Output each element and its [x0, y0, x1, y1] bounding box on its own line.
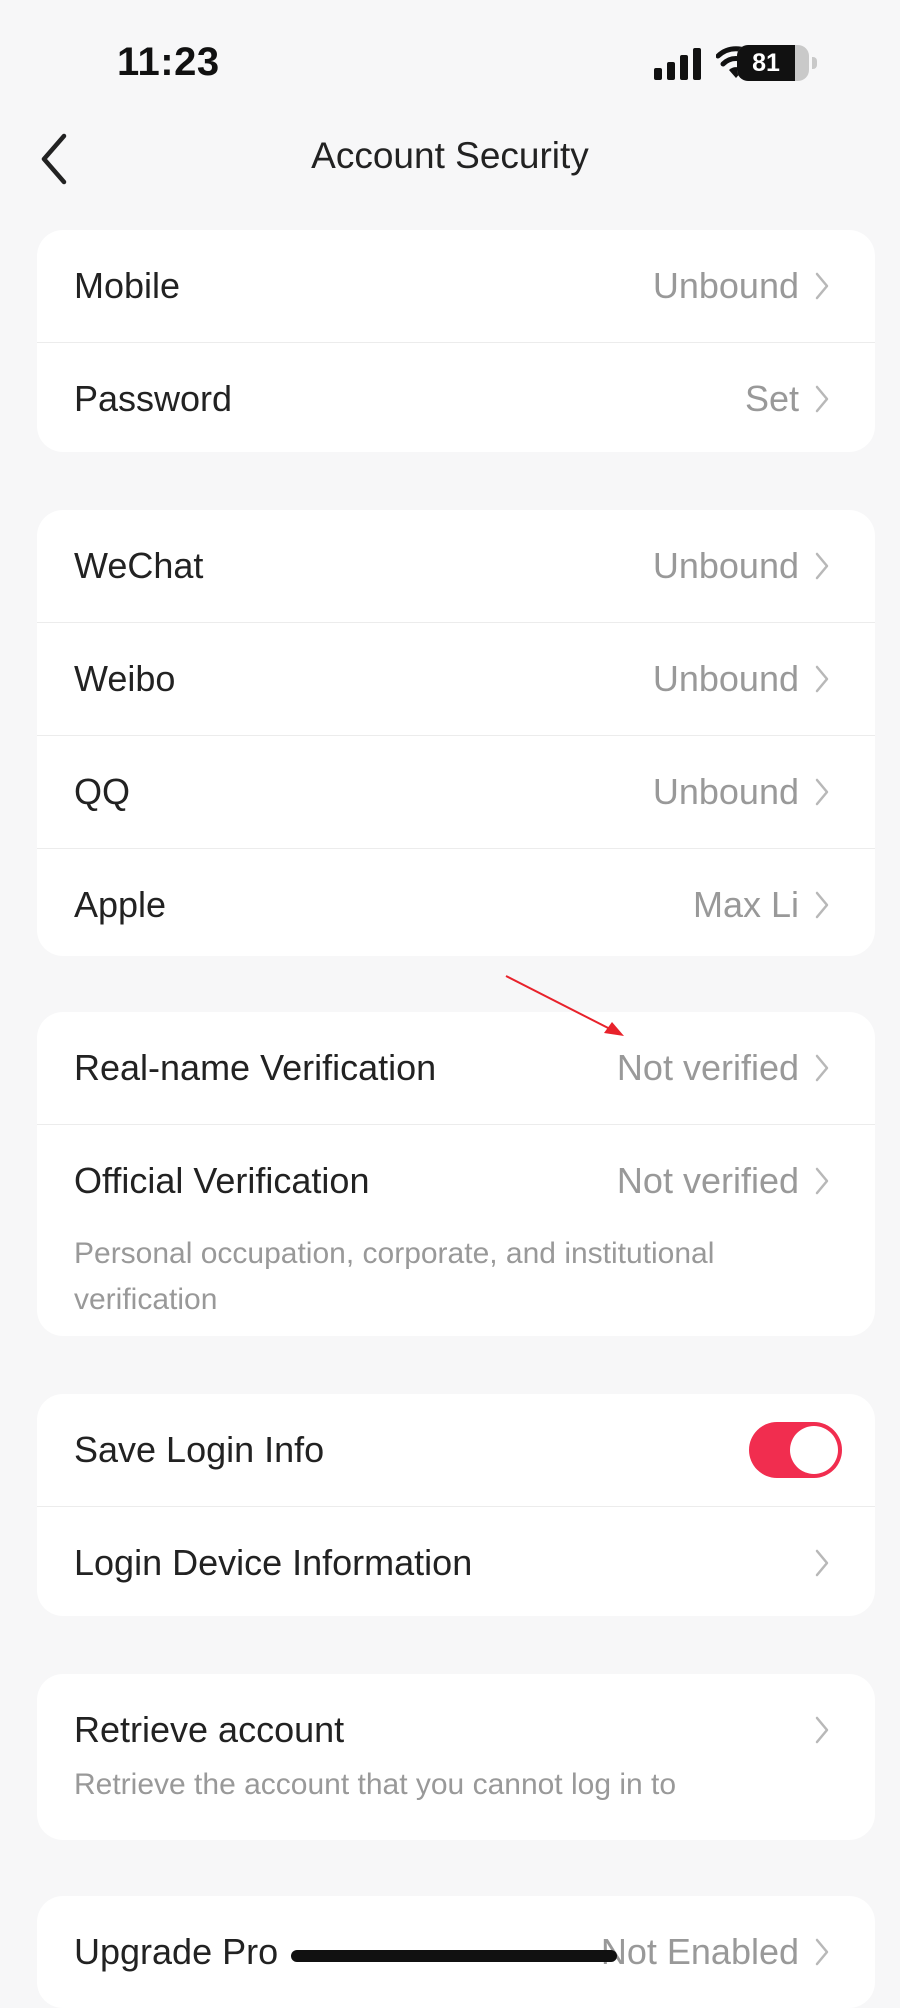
row-value: Not verified	[616, 1047, 799, 1088]
row-apple[interactable]: Apple Max Li	[37, 848, 875, 961]
row-description: Personal occupation, corporate, and inst…	[74, 1237, 715, 1316]
row-mobile[interactable]: Mobile Unbound	[37, 230, 875, 342]
card-login: Save Login Info Login Device Information	[37, 1394, 875, 1616]
card-verification: Real-name Verification Not verified Offi…	[37, 1012, 875, 1336]
row-qq[interactable]: QQ Unbound	[37, 735, 875, 848]
row-save-login-info: Save Login Info	[37, 1394, 875, 1506]
chevron-right-icon	[815, 1549, 829, 1577]
row-label: Apple	[74, 884, 167, 925]
chevron-right-icon	[815, 1716, 829, 1744]
home-indicator[interactable]	[291, 1950, 617, 1962]
row-password[interactable]: Password Set	[37, 342, 875, 455]
card-phone-password: Mobile Unbound Password Set	[37, 230, 875, 452]
row-label: Real-name Verification	[74, 1047, 437, 1088]
save-login-info-toggle[interactable]	[749, 1422, 842, 1478]
row-real-name-verification[interactable]: Real-name Verification Not verified	[37, 1012, 875, 1124]
battery-indicator: 81	[737, 45, 819, 81]
row-value: Set	[744, 378, 799, 419]
row-value: Unbound	[652, 658, 799, 699]
chevron-right-icon	[815, 552, 829, 580]
chevron-right-icon	[815, 891, 829, 919]
row-official-verification[interactable]: Official Verification Not verified Perso…	[37, 1124, 875, 1337]
battery-percentage: 81	[752, 49, 780, 77]
status-time: 11:23	[117, 40, 220, 84]
row-description: Retrieve the account that you cannot log…	[74, 1768, 677, 1801]
row-value: Max Li	[692, 884, 799, 925]
row-value: Unbound	[652, 771, 799, 812]
row-value: Unbound	[652, 265, 799, 306]
row-retrieve-account[interactable]: Retrieve account Retrieve the account th…	[37, 1674, 875, 1840]
row-weibo[interactable]: Weibo Unbound	[37, 622, 875, 735]
chevron-right-icon	[815, 665, 829, 693]
row-wechat[interactable]: WeChat Unbound	[37, 510, 875, 622]
card-retrieve-account: Retrieve account Retrieve the account th…	[37, 1674, 875, 1840]
row-label: Upgrade Pro	[74, 1931, 279, 1972]
row-label: WeChat	[74, 545, 204, 586]
chevron-right-icon	[815, 778, 829, 806]
chevron-right-icon	[815, 1054, 829, 1082]
card-third-party-accounts: WeChat Unbound Weibo Unbound QQ Unbound …	[37, 510, 875, 956]
row-label: Login Device Information	[74, 1542, 473, 1583]
chevron-right-icon	[815, 1938, 829, 1966]
toggle-knob	[790, 1426, 838, 1474]
page-title: Account Security	[311, 135, 589, 176]
row-label: Password	[74, 378, 233, 419]
chevron-right-icon	[815, 385, 829, 413]
row-value: Not Enabled	[600, 1931, 799, 1972]
row-label: Weibo	[74, 658, 176, 699]
row-login-device-information[interactable]: Login Device Information	[37, 1506, 875, 1619]
row-value: Not verified	[616, 1160, 799, 1201]
chevron-right-icon	[815, 272, 829, 300]
cellular-signal-icon	[654, 48, 701, 80]
row-label: Mobile	[74, 265, 181, 306]
status-bar: 11:23 81	[0, 0, 900, 120]
navigation-bar: Account Security	[0, 110, 900, 210]
row-label: Official Verification	[74, 1160, 370, 1201]
row-label: Save Login Info	[74, 1429, 325, 1470]
row-label: QQ	[74, 771, 131, 812]
chevron-right-icon	[815, 1167, 829, 1195]
row-value: Unbound	[652, 545, 799, 586]
